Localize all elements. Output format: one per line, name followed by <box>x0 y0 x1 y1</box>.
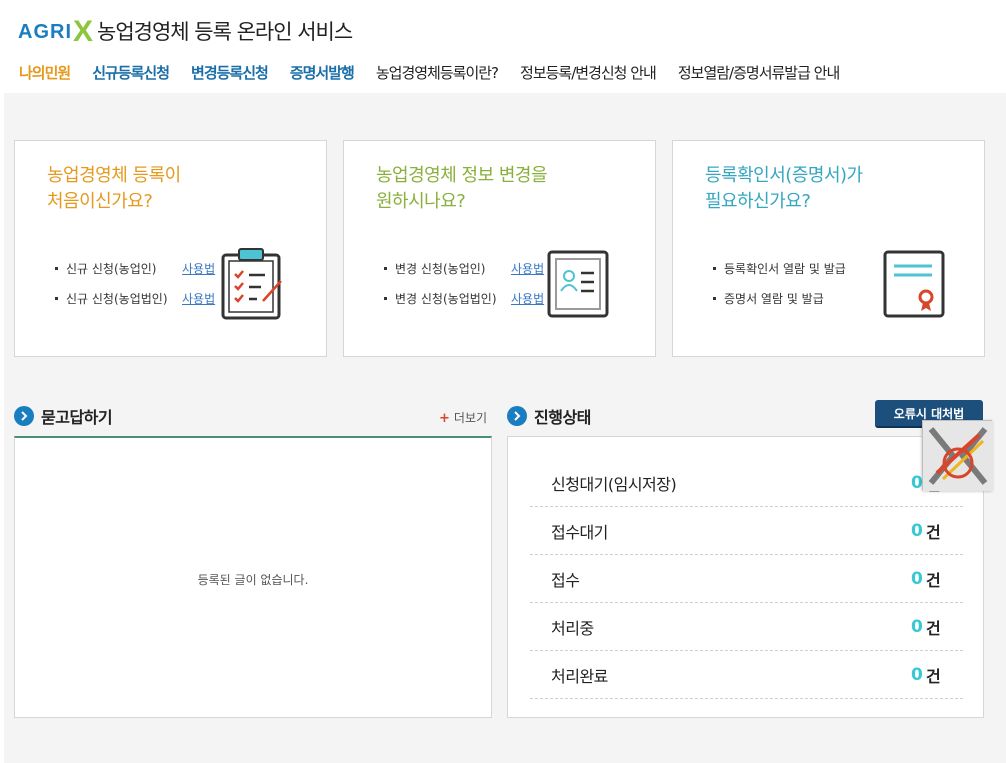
chevron-right-icon <box>14 406 34 426</box>
header: AGRI X 농업경영체 등록 온라인 서비스 나의민원 신규등록신청 변경등록신… <box>0 0 1006 92</box>
nav-certificate-issue[interactable]: 증명서발행 <box>290 62 355 83</box>
clipboard-checklist-icon <box>221 248 282 320</box>
bullet <box>384 296 387 300</box>
guide-link[interactable]: 사용법 <box>182 260 215 277</box>
guide-link[interactable]: 사용법 <box>182 290 215 307</box>
app-badge-icon <box>923 421 993 491</box>
nav-change-registration[interactable]: 변경등록신청 <box>191 62 269 83</box>
status-row-pending[interactable]: 신청대기(임시저장) 0 건 <box>530 459 963 507</box>
card-title-line2: 처음이신가요? <box>47 191 153 212</box>
status-label: 접수대기 <box>551 522 608 542</box>
status-unit: 건 <box>926 666 941 686</box>
card-new-registration: 농업경영체 등록이 처음이신가요? 신규 신청(농업인) 사용법 신규 신청(농… <box>14 140 327 357</box>
link-view-certificate[interactable]: 등록확인서 열람 및 발급 <box>724 260 846 277</box>
card-certificate: 등록확인서(증명서)가 필요하신가요? 등록확인서 열람 및 발급 증명서 열람… <box>672 140 985 357</box>
card-link-list: 등록확인서 열람 및 발급 증명서 열람 및 발급 <box>713 253 846 313</box>
status-section-header: 진행상태 <box>507 404 591 428</box>
status-row-waiting[interactable]: 접수대기 0 건 <box>530 507 963 555</box>
card-title-line2: 필요하신가요? <box>705 191 811 212</box>
link-change-farmer[interactable]: 변경 신청(농업인) <box>395 260 511 277</box>
card-link-list: 신규 신청(농업인) 사용법 신규 신청(농업법인) 사용법 <box>55 253 215 313</box>
status-row-processing[interactable]: 처리중 0 건 <box>530 603 963 651</box>
list-item: 증명서 열람 및 발급 <box>713 283 846 313</box>
card-title-line1: 농업경영체 정보 변경을 <box>376 165 548 186</box>
nav-view-issue-guide[interactable]: 정보열람/증명서류발급 안내 <box>678 62 840 83</box>
link-new-corporation[interactable]: 신규 신청(농업법인) <box>66 290 182 307</box>
main-nav: 나의민원 신규등록신청 변경등록신청 증명서발행 농업경영체등록이란? 정보등록… <box>19 61 861 83</box>
status-row-completed[interactable]: 처리완료 0 건 <box>530 651 963 699</box>
status-label: 처리완료 <box>551 666 608 686</box>
qa-list: 등록된 글이 없습니다. <box>14 436 492 718</box>
guide-link[interactable]: 사용법 <box>511 260 544 277</box>
nav-registration-guide[interactable]: 정보등록/변경신청 안내 <box>520 62 657 83</box>
nav-my-requests[interactable]: 나의민원 <box>19 62 71 83</box>
qa-title: 묻고답하기 <box>41 408 113 427</box>
status-label: 접수 <box>551 570 580 590</box>
list-item: 신규 신청(농업법인) 사용법 <box>55 283 215 313</box>
card-title-line1: 농업경영체 등록이 <box>47 165 181 186</box>
card-link-list: 변경 신청(농업인) 사용법 변경 신청(농업법인) 사용법 <box>384 253 544 313</box>
status-unit: 건 <box>926 522 941 542</box>
status-count: 0 <box>911 664 923 685</box>
guide-link[interactable]: 사용법 <box>511 290 544 307</box>
link-change-corporation[interactable]: 변경 신청(농업법인) <box>395 290 511 307</box>
bullet <box>55 266 58 270</box>
status-panel: 신청대기(임시저장) 0 건 접수대기 0 건 접수 0 건 처리중 0 건 처… <box>507 436 984 718</box>
qa-section-header: 묻고답하기 <box>14 404 113 428</box>
card-change-registration: 농업경영체 정보 변경을 원하시나요? 변경 신청(농업인) 사용법 변경 신청… <box>343 140 656 357</box>
bullet <box>713 296 716 300</box>
nav-about-registration[interactable]: 농업경영체등록이란? <box>376 62 499 83</box>
more-label: 더보기 <box>453 411 488 425</box>
agrix-logo[interactable]: AGRI X <box>18 15 94 48</box>
nav-new-registration[interactable]: 신규등록신청 <box>92 62 170 83</box>
logo-text: AGRI <box>18 20 72 43</box>
certificate-icon <box>883 250 945 318</box>
site-title: 농업경영체 등록 온라인 서비스 <box>97 20 353 44</box>
main-content: 농업경영체 등록이 처음이신가요? 신규 신청(농업인) 사용법 신규 신청(농… <box>4 93 1006 763</box>
status-label: 처리중 <box>551 618 594 638</box>
link-new-farmer[interactable]: 신규 신청(농업인) <box>66 260 182 277</box>
floating-widget[interactable] <box>922 420 993 491</box>
card-title: 농업경영체 정보 변경을 원하시나요? <box>376 163 548 215</box>
list-item: 변경 신청(농업인) 사용법 <box>384 253 544 283</box>
status-count: 0 <box>911 568 923 589</box>
plus-icon: + <box>439 411 450 426</box>
status-label: 신청대기(임시저장) <box>551 474 677 494</box>
status-count: 0 <box>911 520 923 541</box>
status-unit: 건 <box>926 618 941 638</box>
list-item: 변경 신청(농업법인) 사용법 <box>384 283 544 313</box>
bullet <box>384 266 387 270</box>
bullet <box>55 296 58 300</box>
qa-empty-message: 등록된 글이 없습니다. <box>197 573 309 587</box>
status-count: 0 <box>911 616 923 637</box>
list-item: 등록확인서 열람 및 발급 <box>713 253 846 283</box>
list-item: 신규 신청(농업인) 사용법 <box>55 253 215 283</box>
card-title: 등록확인서(증명서)가 필요하신가요? <box>705 163 863 215</box>
bullet <box>713 266 716 270</box>
status-row-received[interactable]: 접수 0 건 <box>530 555 963 603</box>
id-card-icon <box>547 250 609 318</box>
card-title: 농업경영체 등록이 처음이신가요? <box>47 163 181 215</box>
more-link[interactable]: + 더보기 <box>439 409 487 426</box>
card-title-line2: 원하시나요? <box>376 191 466 212</box>
status-unit: 건 <box>926 570 941 590</box>
card-title-line1: 등록확인서(증명서)가 <box>705 165 863 186</box>
chevron-right-icon <box>507 406 527 426</box>
link-view-proof[interactable]: 증명서 열람 및 발급 <box>724 290 824 307</box>
logo-x: X <box>73 15 94 48</box>
status-title: 진행상태 <box>534 408 591 427</box>
